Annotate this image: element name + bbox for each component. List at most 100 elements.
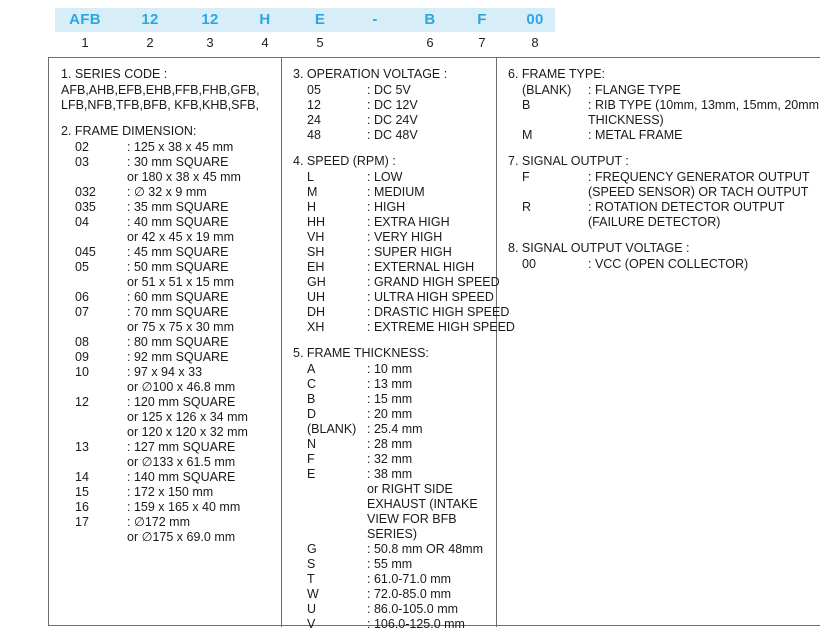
spec-entry-desc: : 30 mm SQUARE <box>127 155 229 169</box>
spec-entry-continuation-text: or 125 x 126 x 34 mm <box>127 410 248 424</box>
spec-entry: T: 61.0-71.0 mm <box>293 572 496 587</box>
spec-entry-continuation-text: or 42 x 45 x 19 mm <box>127 230 234 244</box>
part-number-header: AFB 12 12 H E - B F 00 1 2 3 4 5 6 7 8 <box>0 0 820 54</box>
spec-entry-code: DH <box>307 305 326 319</box>
spec-entry: 12: DC 12V <box>293 98 496 113</box>
spec-entry: B : 15 mm <box>293 392 496 407</box>
spec-entry-continuation: or ∅133 x 61.5 mm <box>61 455 281 470</box>
spec-entry-code: 16 <box>75 500 89 514</box>
section-operation-voltage: 3. OPERATION VOLTAGE : 05: DC 5V 12: DC 1… <box>293 67 496 143</box>
spec-entry-code: C <box>307 377 317 391</box>
spec-entry-desc: : EXTREME HIGH SPEED <box>367 320 515 334</box>
section-signal-output-voltage: 8. SIGNAL OUTPUT VOLTAGE : 00: VCC (OPEN… <box>508 241 820 272</box>
frame-type-entries: (BLANK): FLANGE TYPE B: RIB TYPE (10mm, 1… <box>508 83 820 143</box>
spec-entry-continuation: (SPEED SENSOR) OR TACH OUTPUT <box>508 185 820 200</box>
section-title: 2. FRAME DIMENSION: <box>61 124 197 138</box>
part-number-segment: 12 <box>141 11 159 28</box>
spec-entry-code: S <box>307 557 316 571</box>
spec-entry-desc: : 172 x 150 mm <box>127 485 214 499</box>
spec-entry-code: HH <box>307 215 326 229</box>
part-number-index: 7 <box>478 35 486 50</box>
spec-entry-code: 17 <box>75 515 89 529</box>
spec-entry-code: 032 <box>75 185 96 199</box>
part-number-segment: 00 <box>526 11 544 28</box>
spec-entry-code: F <box>307 452 315 466</box>
spec-entry-desc: : 70 mm SQUARE <box>127 305 229 319</box>
spec-entry-code: E <box>307 467 316 481</box>
spec-entry: SH: SUPER HIGH <box>293 245 496 260</box>
spec-entry-desc: : ROTATION DETECTOR OUTPUT <box>588 200 785 214</box>
spec-entry-desc: : ∅172 mm <box>127 515 190 529</box>
spec-entry-code: B <box>307 392 316 406</box>
speed-entries: L: LOW M: MEDIUM H: HIGH HH: EXTRA HIGH VH: … <box>293 170 515 335</box>
spec-entry-continuation: or ∅175 x 69.0 mm <box>61 530 281 545</box>
spec-entry-continuation: THICKNESS) <box>508 113 820 128</box>
spec-entry-desc: : 35 mm SQUARE <box>127 200 229 214</box>
spec-entry-desc: : 92 mm SQUARE <box>127 350 229 364</box>
spec-entry: 07: 70 mm SQUARE <box>61 305 281 320</box>
spec-entry: 17 : ∅172 mm <box>61 515 281 530</box>
spec-entry-continuation-text: THICKNESS) <box>588 113 664 127</box>
spec-entry-continuation: (FAILURE DETECTOR) <box>508 215 820 230</box>
spec-entry-code: 035 <box>75 200 96 214</box>
spec-entry-code: M <box>522 128 533 142</box>
spec-entry: C : 13 mm <box>293 377 496 392</box>
spec-entry: 12 : 120 mm SQUARE <box>61 395 281 410</box>
part-number-index: 8 <box>531 35 539 50</box>
section-title: 8. SIGNAL OUTPUT VOLTAGE : <box>508 241 690 255</box>
spec-entry: U: 86.0-105.0 mm <box>293 602 496 617</box>
spec-entry: 03 : 30 mm SQUARE <box>61 155 281 170</box>
spec-entry-code: VH <box>307 230 325 244</box>
spec-entry: S: 55 mm <box>293 557 496 572</box>
spec-entry-code: W <box>307 587 319 601</box>
spec-entry-continuation: or 42 x 45 x 19 mm <box>61 230 281 245</box>
spec-entry-code: U <box>307 602 317 616</box>
spec-entry-continuation: or 120 x 120 x 32 mm <box>61 425 281 440</box>
spec-entry-desc: : GRAND HIGH SPEED <box>367 275 500 289</box>
spec-entry: 05 : DC 5V <box>293 83 496 98</box>
spec-entry: HH: EXTRA HIGH <box>293 215 496 230</box>
spec-entry-code: UH <box>307 290 326 304</box>
spec-entry-continuation-text: or 51 x 51 x 15 mm <box>127 275 234 289</box>
spec-entry-desc: : METAL FRAME <box>588 128 683 142</box>
spec-entry-desc: : 20 mm <box>367 407 413 421</box>
spec-entry-desc: : 60 mm SQUARE <box>127 290 229 304</box>
spec-entry-desc: : ULTRA HIGH SPEED <box>367 290 494 304</box>
spec-entry: (BLANK): FLANGE TYPE <box>508 83 820 98</box>
spec-entry-code: 00 <box>522 257 536 271</box>
spec-entry-continuation-text: or 180 x 38 x 45 mm <box>127 170 241 184</box>
spec-entry-code: XH <box>307 320 325 334</box>
spec-entry-desc: : 32 mm <box>367 452 413 466</box>
spec-entry-continuation-text: or ∅100 x 46.8 mm <box>127 380 236 394</box>
section-title: 5. FRAME THICKNESS: <box>293 346 429 360</box>
spec-entry-code: M <box>307 185 318 199</box>
spec-entry-desc: : 106.0-125.0 mm <box>367 617 465 631</box>
spec-entry-desc: : 15 mm <box>367 392 413 406</box>
spec-entry: 06: 60 mm SQUARE <box>61 290 281 305</box>
spec-entry: 05: 50 mm SQUARE <box>61 260 281 275</box>
spec-column-2: 3. OPERATION VOLTAGE : 05: DC 5V 12: DC 1… <box>281 58 515 631</box>
spec-entry-code: T <box>307 572 315 586</box>
spec-entry-code: 05 <box>307 83 321 97</box>
frame-thickness-entries: A: 10 mm C: 13 mm B: 15 mm D: 20 mm (BLANK):… <box>293 362 496 632</box>
section-signal-output: 7. SIGNAL OUTPUT : F: FREQUENCY GENERATO… <box>508 154 820 230</box>
spec-entry: 00: VCC (OPEN COLLECTOR) <box>508 257 820 272</box>
spec-entry-desc: : MEDIUM <box>367 185 425 199</box>
spec-entry-code: 04 <box>75 215 89 229</box>
spec-entry-desc: : LOW <box>367 170 403 184</box>
spec-entry: E : 38 mm <box>293 467 496 482</box>
spec-entry-desc: : DC 5V <box>367 83 411 97</box>
part-number-segment: - <box>372 11 378 28</box>
spec-entry-continuation: or ∅100 x 46.8 mm <box>61 380 281 395</box>
part-number-index: 6 <box>426 35 434 50</box>
spec-entry-desc: : FREQUENCY GENERATOR OUTPUT <box>588 170 810 184</box>
spec-entry-desc: : 13 mm <box>367 377 413 391</box>
spec-entry: UH : ULTRA HIGH SPEED <box>293 290 496 305</box>
spec-entry-continuation-text: or 75 x 75 x 30 mm <box>127 320 234 334</box>
specification-box: 1. SERIES CODE : AFB,AHB,EFB,EHB,FFB,FHB… <box>48 57 820 631</box>
spec-entry-code: 12 <box>75 395 89 409</box>
spec-entry-code: 05 <box>75 260 89 274</box>
spec-entry-code: 03 <box>75 155 89 169</box>
spec-entry-desc: : 120 mm SQUARE <box>127 395 236 409</box>
spec-entry-desc: : 38 mm <box>367 467 413 481</box>
